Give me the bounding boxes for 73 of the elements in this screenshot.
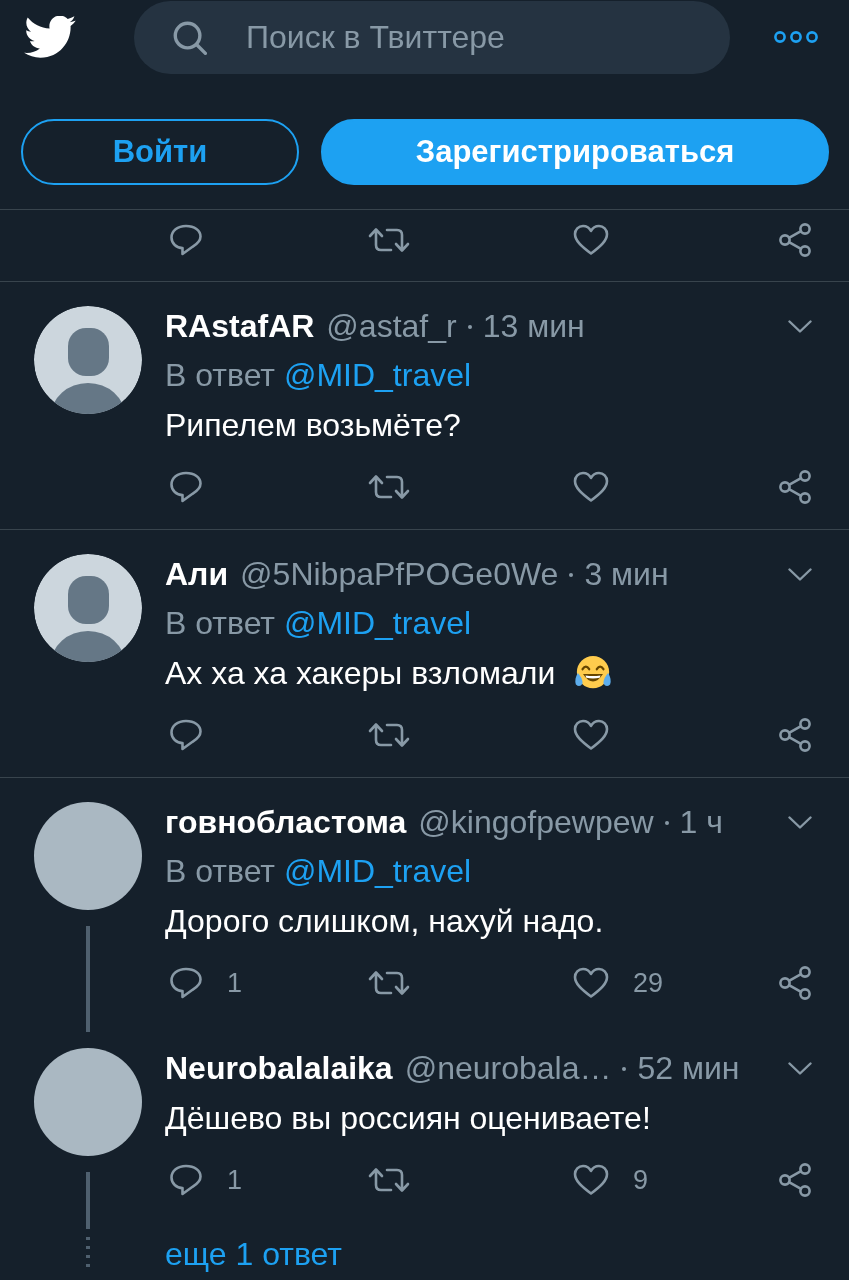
reply-to-text: В ответ @MID_travel <box>165 605 472 641</box>
more-icon[interactable] <box>774 31 818 43</box>
speech-bubble-icon <box>169 224 203 256</box>
like-button[interactable] <box>573 719 609 751</box>
mention-link[interactable]: @MID_travel <box>283 357 472 393</box>
chevron-down-icon[interactable] <box>788 568 812 581</box>
chevron-down-icon[interactable] <box>788 816 812 829</box>
share-icon <box>778 1162 812 1198</box>
speech-bubble-icon <box>169 1164 203 1196</box>
tweet-text: Рипелем возьмёте? <box>165 405 461 444</box>
loop-arrows-icon <box>368 1166 410 1194</box>
tweet-text: Ах ха ха хакеры взломали <box>165 653 556 692</box>
timestamp: 52 мин <box>637 1050 740 1087</box>
heart-icon <box>573 471 609 503</box>
reply-to-text: В ответ @MID_travel <box>165 853 472 889</box>
loop-arrows-icon <box>368 226 410 254</box>
speech-bubble-icon <box>169 967 203 999</box>
tweet-text: Дорого слишком, нахуй надо. <box>165 901 604 940</box>
loop-arrows-icon <box>368 721 410 749</box>
heart-icon <box>573 719 609 751</box>
display-name: Neurobalalaika <box>165 1050 393 1087</box>
reply-button[interactable] <box>169 719 203 751</box>
mention-link[interactable]: @MID_travel <box>283 853 472 889</box>
display-name: RAstafAR <box>165 308 315 345</box>
share-button[interactable] <box>778 469 812 505</box>
display-name: говнобластома <box>165 804 407 841</box>
share-icon <box>778 222 812 258</box>
heart-icon <box>573 1164 609 1196</box>
timestamp: 1 ч <box>679 804 723 841</box>
reply-button[interactable] <box>169 471 203 503</box>
default-avatar[interactable] <box>34 554 142 662</box>
search-field[interactable]: Поиск в Твиттере <box>134 0 730 74</box>
speech-bubble-icon <box>169 471 203 503</box>
speech-bubble-icon <box>169 719 203 751</box>
loop-arrows-icon <box>368 473 410 501</box>
retweet-button[interactable] <box>368 473 410 501</box>
user-handle: @kingofpewpew <box>418 804 654 841</box>
search-icon <box>173 20 207 55</box>
like-button[interactable] <box>573 471 609 503</box>
chevron-down-icon[interactable] <box>788 1062 812 1075</box>
timestamp: 3 мин <box>584 556 669 593</box>
reply-to-text: В ответ @MID_travel <box>165 357 472 393</box>
chevron-down-icon[interactable] <box>788 320 812 333</box>
heart-icon <box>573 967 609 999</box>
user-handle: @astaf_r <box>326 308 457 345</box>
reply-button[interactable]: 1 <box>169 1164 243 1196</box>
retweet-button[interactable] <box>368 226 410 254</box>
retweet-button[interactable] <box>368 969 410 997</box>
like-button[interactable] <box>573 224 609 256</box>
mention-link[interactable]: @MID_travel <box>283 605 472 641</box>
reply-button[interactable] <box>169 224 203 256</box>
share-icon <box>778 965 812 1001</box>
share-button[interactable] <box>778 717 812 753</box>
reply-button[interactable]: 1 <box>169 967 243 999</box>
display-name: Али <box>165 556 229 593</box>
user-handle: @5NibpaPfPOGe0We <box>240 556 559 593</box>
user-handle: @neurobala… <box>404 1050 612 1087</box>
loop-arrows-icon <box>368 969 410 997</box>
like-button[interactable]: 9 <box>573 1164 649 1196</box>
tweet-text: Дёшево вы россиян оцениваете! <box>165 1098 651 1137</box>
share-button[interactable] <box>778 1162 812 1198</box>
share-button[interactable] <box>778 965 812 1001</box>
share-icon <box>778 469 812 505</box>
timestamp: 13 мин <box>482 308 585 345</box>
retweet-button[interactable] <box>368 1166 410 1194</box>
share-icon <box>778 717 812 753</box>
like-button[interactable]: 29 <box>573 967 664 999</box>
login-button[interactable]: Войти <box>21 119 299 185</box>
share-button[interactable] <box>778 222 812 258</box>
default-avatar[interactable] <box>34 306 142 414</box>
more-replies-link[interactable]: еще 1 ответ <box>165 1232 342 1276</box>
heart-icon <box>573 224 609 256</box>
retweet-button[interactable] <box>368 721 410 749</box>
